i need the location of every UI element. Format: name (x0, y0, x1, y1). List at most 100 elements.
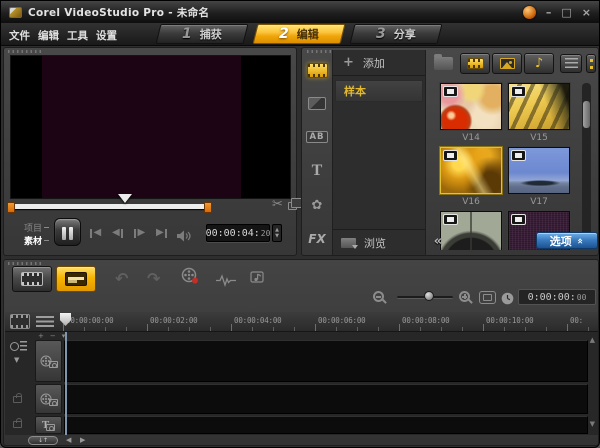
video-track-header[interactable] (35, 340, 62, 382)
list-view-button[interactable] (560, 54, 582, 73)
zoom-in-icon[interactable] (459, 291, 470, 302)
remove-track-icon[interactable]: − (50, 333, 56, 340)
video-filmstrip-icon (467, 58, 484, 69)
maximize-button[interactable]: □ (561, 7, 571, 18)
options-button[interactable]: 选项 » (536, 232, 598, 249)
thumbnail-v15[interactable] (508, 83, 570, 130)
timeline-view-button[interactable] (56, 266, 96, 292)
browse-icon (341, 238, 356, 248)
auto-music-icon[interactable] (250, 270, 268, 289)
go-start-button[interactable]: ◀ (90, 228, 101, 238)
nav-filter-button[interactable]: FX (302, 224, 332, 254)
folder-icon[interactable] (434, 57, 453, 70)
thumbnail-v14[interactable] (440, 83, 502, 130)
library-folder-sample[interactable]: 样本 (335, 80, 423, 102)
volume-icon[interactable] (176, 227, 191, 246)
redo-button[interactable]: ↷ (147, 269, 160, 288)
timeline-playhead-line[interactable] (65, 332, 67, 435)
menu-settings[interactable]: 设置 (96, 28, 117, 43)
split-clip-icon[interactable]: ✂ (272, 197, 283, 212)
minimize-button[interactable]: – (546, 7, 552, 18)
ripple-lock-overlay-icon[interactable] (13, 396, 22, 403)
track-mini-tools[interactable]: + − ▾ (38, 333, 65, 340)
camera-icon (49, 399, 58, 406)
camera-icon (49, 361, 58, 368)
ripple-lock-title-icon[interactable] (13, 421, 22, 428)
preview-playhead[interactable] (118, 194, 132, 203)
thumbnail-v17[interactable] (508, 147, 570, 194)
filter-audio-button[interactable]: ♪ (524, 53, 554, 74)
close-button[interactable]: × (582, 7, 591, 18)
thumbnail-label: V14 (440, 133, 502, 143)
nav-instant-project-button[interactable] (302, 88, 332, 118)
nav-transition-button[interactable]: AB (302, 122, 332, 152)
camera-icon (46, 424, 55, 431)
storyboard-view-button[interactable] (12, 266, 52, 292)
tab-capture[interactable]: 1捕获 (156, 24, 249, 44)
scroll-up-icon[interactable]: ▲ (590, 337, 595, 344)
preview-timecode[interactable]: 00:00:04:20 (206, 224, 270, 242)
menu-file[interactable]: 文件 (9, 28, 30, 43)
zoom-out-icon[interactable] (373, 291, 384, 302)
thumbnail-v16-selected[interactable] (440, 147, 502, 194)
menu-bar: 文件 编辑 工具 设置 1捕获 2编辑 3分享 (1, 23, 599, 46)
video-track[interactable] (64, 340, 588, 382)
track-manager-icon[interactable] (10, 314, 30, 329)
menu-tools[interactable]: 工具 (67, 28, 88, 43)
scroll-left-icon[interactable]: ◀ (66, 437, 71, 444)
zoom-slider-handle[interactable] (424, 291, 434, 301)
timecode-spinner[interactable]: ▲▼ (272, 224, 282, 242)
ripple-editing-all-icon[interactable] (10, 340, 27, 352)
add-folder-button[interactable]: + 添加 (333, 50, 425, 76)
panel-grip[interactable] (8, 50, 42, 53)
overlay-track-header[interactable] (35, 384, 62, 414)
panel-grip[interactable] (8, 262, 42, 265)
sort-dots-icon (590, 59, 593, 69)
tab-share[interactable]: 3分享 (350, 24, 443, 44)
go-end-button[interactable]: ▶ (156, 228, 167, 238)
mode-project-label[interactable]: 项目 (24, 221, 49, 234)
overlay-track[interactable] (64, 384, 588, 414)
browse-button[interactable]: 浏览 (333, 229, 425, 255)
clip-badge-icon (443, 214, 458, 225)
nav-media-button[interactable] (302, 55, 332, 85)
trim-handle-end[interactable] (204, 202, 212, 213)
swap-tracks-button[interactable]: ↓↑ (28, 436, 58, 445)
trim-handle-start[interactable] (7, 202, 15, 213)
chevron-down-icon[interactable]: ▼ (14, 356, 19, 364)
undo-button[interactable]: ↶ (115, 269, 128, 288)
prev-frame-button[interactable]: ◀ (112, 228, 123, 238)
fit-timeline-icon[interactable] (479, 291, 496, 304)
thumbnail-v18[interactable] (440, 211, 502, 250)
nav-title-button[interactable]: T (302, 156, 332, 186)
scroll-down-icon[interactable]: ▼ (590, 421, 595, 428)
timeline-ruler[interactable]: 00:00:00:00 00:00:02:00 00:00:04:00 00:0… (5, 312, 598, 332)
enlarge-preview-icon[interactable] (288, 202, 297, 210)
collapse-library-button[interactable]: « (428, 233, 448, 250)
gallery-scrollbar[interactable] (582, 83, 591, 245)
play-pause-button[interactable] (54, 218, 81, 246)
track-list-icon[interactable] (36, 316, 54, 328)
filter-video-button[interactable] (460, 53, 490, 74)
tab-edit[interactable]: 2编辑 (253, 24, 346, 44)
chevron-up-icon: » (576, 237, 586, 243)
title-track[interactable] (64, 416, 588, 434)
sort-button[interactable] (586, 54, 596, 73)
scrubber-bar[interactable] (10, 204, 211, 209)
scroll-right-icon[interactable]: ▶ (80, 437, 85, 444)
nav-graphic-button[interactable]: ✿ (302, 190, 332, 220)
scrollbar-thumb[interactable] (583, 101, 590, 128)
sound-mixer-icon[interactable] (216, 272, 236, 291)
record-capture-icon[interactable] (180, 267, 200, 289)
clock-icon[interactable] (501, 290, 514, 309)
next-frame-button[interactable]: ▶ (134, 228, 145, 238)
add-track-icon[interactable]: + (38, 333, 44, 340)
corel-guide-icon[interactable] (523, 6, 536, 19)
filter-photo-button[interactable] (492, 53, 522, 74)
timeline-timecode[interactable]: 0:00:00:00 (518, 289, 596, 305)
title-track-header[interactable]: T (35, 416, 62, 434)
preview-video-frame (42, 56, 241, 198)
thumbnail-grid: V14 V15 V16 V17 (426, 78, 582, 250)
menu-edit[interactable]: 编辑 (38, 28, 59, 43)
mode-clip-label[interactable]: 素材 (24, 234, 49, 247)
